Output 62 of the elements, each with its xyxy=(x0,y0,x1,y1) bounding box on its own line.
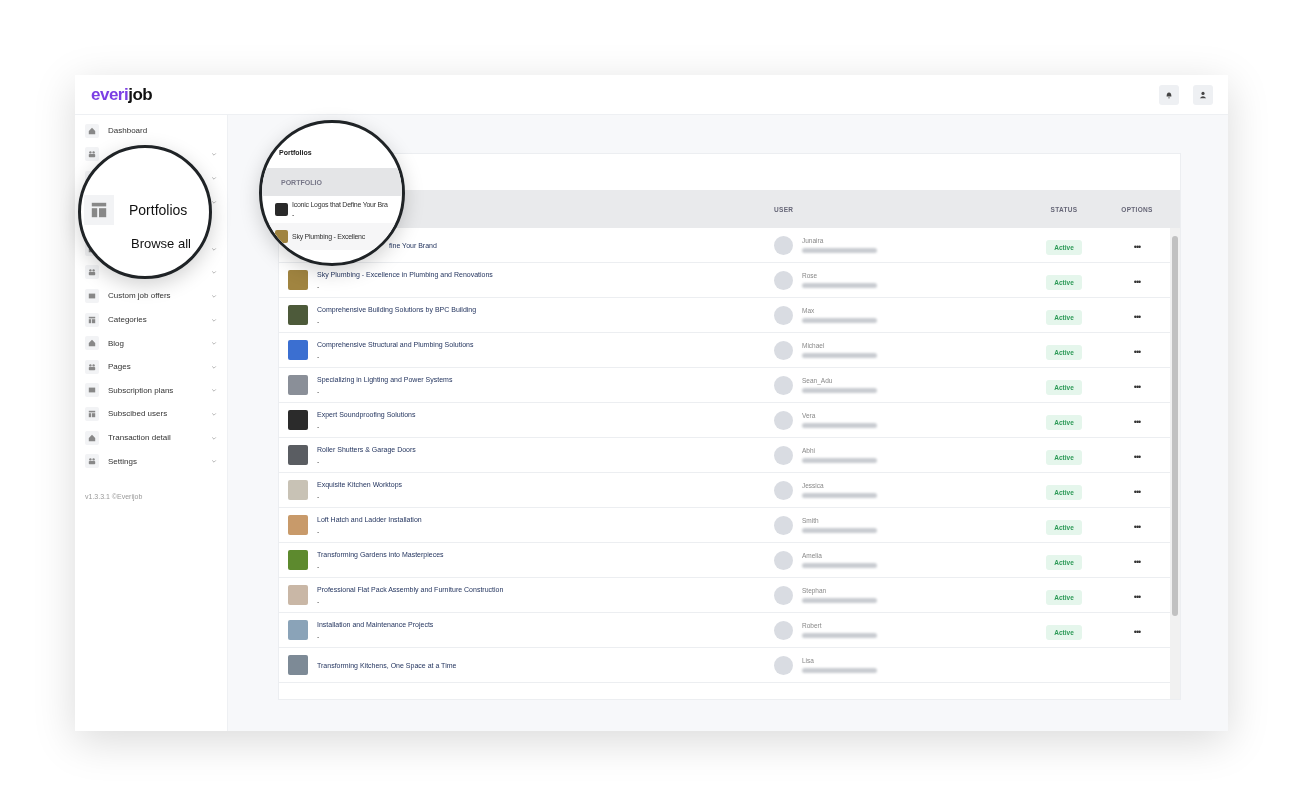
scrollbar[interactable] xyxy=(1170,228,1180,699)
thumbnail-placeholder xyxy=(288,550,308,570)
options-button[interactable]: ••• xyxy=(1133,522,1141,532)
submenu-item[interactable]: Browse all xyxy=(131,236,191,251)
sidebar-item[interactable]: Settings xyxy=(75,449,227,473)
avatar-placeholder xyxy=(774,375,793,395)
home-icon xyxy=(88,126,96,135)
home-icon xyxy=(88,433,96,442)
thumbnail-placeholder xyxy=(275,203,288,216)
thumbnail-placeholder xyxy=(288,375,308,395)
options-button[interactable]: ••• xyxy=(1133,347,1141,357)
avatar-placeholder xyxy=(774,620,793,640)
options-button[interactable]: ••• xyxy=(1133,312,1141,322)
thumbnail-placeholder xyxy=(275,230,288,243)
bell-icon xyxy=(1165,90,1173,99)
avatar-placeholder xyxy=(774,235,793,255)
logo: everijob xyxy=(91,84,153,105)
options-button[interactable]: ••• xyxy=(1133,592,1141,602)
avatar-placeholder xyxy=(774,550,793,570)
layout-icon xyxy=(88,315,96,324)
sidebar-item[interactable]: Pages xyxy=(75,354,227,379)
layout-icon xyxy=(90,201,108,219)
sidebar-item[interactable]: Subscription plans xyxy=(75,378,227,403)
avatar-placeholder xyxy=(774,515,793,535)
user-icon xyxy=(1199,90,1207,99)
options-button[interactable]: ••• xyxy=(1133,417,1141,427)
options-button[interactable]: ••• xyxy=(1133,627,1141,637)
thumbnail-placeholder xyxy=(288,585,308,605)
thumbnail-placeholder xyxy=(288,445,308,465)
sidebar-item[interactable]: Portfolios xyxy=(129,202,188,218)
avatar-placeholder xyxy=(774,585,793,605)
sidebar-item[interactable]: Dashboard xyxy=(75,119,227,143)
sidebar-item[interactable]: Transaction detail xyxy=(75,425,227,450)
avatar-placeholder xyxy=(774,480,793,500)
options-button[interactable]: ••• xyxy=(1133,487,1141,497)
thumbnail-placeholder xyxy=(288,340,308,360)
thumbnail-placeholder xyxy=(288,620,308,640)
thumbnail-placeholder xyxy=(288,410,308,430)
thumbnail-placeholder xyxy=(288,480,308,500)
thumbnail-placeholder xyxy=(288,515,308,535)
sidebar-item[interactable]: Subscibed users xyxy=(75,402,227,426)
sidebar-item[interactable]: Custom job offers xyxy=(75,284,227,308)
profile-button[interactable] xyxy=(1193,84,1213,105)
options-button[interactable]: ••• xyxy=(1133,557,1141,567)
notifications-button[interactable] xyxy=(1159,84,1179,105)
avatar-placeholder xyxy=(774,305,793,325)
sidebar-item[interactable]: Blog xyxy=(75,331,227,355)
options-button[interactable]: ••• xyxy=(1133,277,1141,287)
thumbnail-placeholder xyxy=(288,270,308,290)
thumbnail-placeholder xyxy=(288,655,308,675)
thumbnail-placeholder xyxy=(288,305,308,325)
avatar-placeholder xyxy=(774,410,793,430)
layout-icon xyxy=(88,409,96,418)
avatar-placeholder xyxy=(774,270,793,290)
home-icon xyxy=(88,339,96,348)
sidebar-item[interactable]: Categories xyxy=(75,307,227,332)
avatar-placeholder xyxy=(774,655,793,675)
options-button[interactable]: ••• xyxy=(1133,452,1141,462)
options-button[interactable]: ••• xyxy=(1133,242,1141,252)
options-button[interactable]: ••• xyxy=(1133,382,1141,392)
avatar-placeholder xyxy=(774,340,793,360)
avatar-placeholder xyxy=(774,445,793,465)
